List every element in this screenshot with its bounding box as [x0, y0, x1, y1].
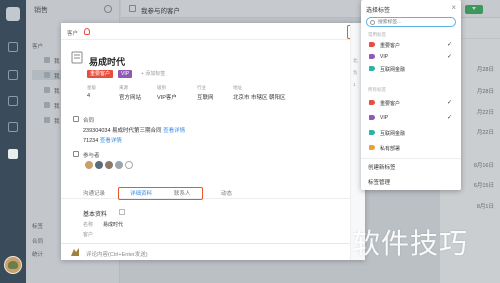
app-logo-icon: [6, 7, 20, 21]
detail-tabs: 沟通记录 详细资料 联系人 动态: [61, 185, 365, 200]
edit-icon[interactable]: [119, 209, 125, 215]
tab-activity[interactable]: 动态: [221, 189, 232, 197]
tag-option-vip[interactable]: VIP ✓: [366, 113, 456, 123]
field-source: 来源 官方网站: [119, 85, 142, 101]
basic-field-label: 客户: [83, 232, 94, 238]
tag-badge-vip[interactable]: VIP: [118, 70, 133, 78]
field-industry: 行业 互联网: [197, 85, 214, 101]
add-tag-link[interactable]: + 添加标签: [141, 70, 165, 77]
tag-search-box: [366, 17, 456, 27]
user-avatar[interactable]: [4, 256, 22, 274]
customer-name: 易成时代: [89, 57, 126, 67]
create-tag-button[interactable]: 创建新标签: [368, 163, 396, 171]
field-level: 级别 VIP客户: [157, 85, 177, 101]
field-address: 地址 北京市 市辖区 朝阳区: [233, 85, 286, 101]
all-tags-heading: 所有标签: [368, 87, 386, 92]
contacts-icon[interactable]: [8, 70, 18, 80]
chat-icon[interactable]: [8, 42, 18, 52]
customer-icon: [84, 28, 90, 35]
commenter-avatar-icon: [71, 248, 79, 256]
tag-option-important[interactable]: 重要客户 ✓: [366, 98, 456, 108]
add-participant-icon[interactable]: [125, 161, 133, 169]
basic-field-label: 名称: [83, 222, 94, 228]
check-icon: ✓: [447, 115, 453, 121]
check-icon: ✓: [447, 100, 453, 106]
tag-option-important[interactable]: 重要客户 ✓: [366, 40, 456, 50]
manage-tags-button[interactable]: 标签管理: [368, 178, 390, 186]
tab-details[interactable]: 详细资料: [130, 189, 152, 197]
participant-avatar[interactable]: [115, 161, 123, 169]
contract-icon: [73, 116, 79, 122]
participant-avatar[interactable]: [95, 161, 103, 169]
common-tags-heading: 常用标签: [368, 32, 386, 37]
tag-icon: [369, 145, 375, 150]
basic-info-title: 基本资料: [83, 212, 108, 218]
tag-badge-important[interactable]: 重要客户: [87, 70, 114, 78]
check-icon: ✓: [447, 54, 453, 60]
contract-line: 239304034 易成时代第三期合同 查看详情: [83, 128, 186, 134]
tag-icon: [369, 115, 375, 120]
contracts-title: 合同: [83, 118, 95, 124]
modal-header: 客户: [61, 23, 365, 40]
crm-icon[interactable]: [8, 149, 18, 159]
tab-communication[interactable]: 沟通记录: [83, 189, 105, 197]
tag-search-input[interactable]: [378, 19, 453, 26]
search-icon: [370, 20, 375, 25]
app-rail: [0, 0, 26, 283]
participants-title: 参与者: [83, 153, 100, 159]
tag-option-vip[interactable]: VIP ✓: [366, 52, 456, 62]
tag-icon: [369, 54, 375, 59]
participant-avatar[interactable]: [105, 161, 113, 169]
basic-field-value: 易成时代: [103, 222, 124, 228]
contract-line: 71234 查看详情: [83, 138, 122, 144]
record-type-label: 客户: [67, 31, 79, 37]
calendar-icon[interactable]: [8, 96, 18, 106]
tag-selector-panel: 选择标签 × 常用标签 重要客户✓ VIP✓ 互联网金融 所有标签 重要客户✓ …: [361, 0, 461, 190]
tag-icon: [369, 42, 375, 47]
folder-icon[interactable]: [8, 122, 18, 132]
participants-icon: [73, 151, 79, 157]
contract-detail-link[interactable]: 查看详情: [100, 138, 122, 144]
contract-detail-link[interactable]: 查看详情: [163, 128, 185, 134]
tag-option-fintech[interactable]: 互联网金融: [366, 64, 456, 74]
participant-avatar[interactable]: [85, 161, 93, 169]
watermark-text: 软件技巧: [352, 227, 469, 260]
tag-panel-title: 选择标签: [366, 8, 391, 14]
tag-option-private[interactable]: 私有部署: [366, 143, 456, 153]
tag-icon: [369, 66, 375, 71]
tab-contacts[interactable]: 联系人: [174, 189, 191, 197]
comment-bar: 评论内容(Ctrl+Enter发送): [61, 243, 365, 260]
close-icon[interactable]: ×: [451, 3, 456, 12]
tag-icon: [369, 100, 375, 105]
comment-input[interactable]: 评论内容(Ctrl+Enter发送): [86, 250, 148, 258]
tag-option-fintech[interactable]: 互联网金融: [366, 128, 456, 138]
company-logo-icon: [71, 51, 83, 64]
customer-detail-modal: 客户 易成时代 重要客户 VIP + 添加标签 星级 4 来源 官方网站 级别 VIP…: [61, 23, 365, 260]
tag-icon: [369, 130, 375, 135]
check-icon: ✓: [447, 42, 453, 48]
